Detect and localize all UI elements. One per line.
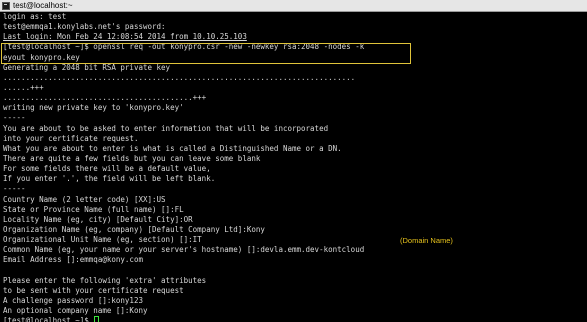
terminal-line: to be sent with your certificate request [3, 285, 184, 295]
terminal-line: Organizational Unit Name (eg, section) [… [3, 235, 202, 245]
terminal-line: ......+++ [3, 82, 44, 92]
terminal-window: test@localhost:~ login as: test test@emmq… [0, 0, 587, 322]
terminal-line: test@emmqa1.konylabs.net's password: [3, 22, 166, 32]
terminal-line: An optional company name []:Kony [3, 306, 148, 316]
terminal-line: [test@localhost ~]$ openssl req -out kon… [3, 42, 365, 52]
terminal-line: A challenge password []:kony123 [3, 295, 143, 305]
terminal-line: Locality Name (eg, city) [Default City]:… [3, 214, 193, 224]
terminal-icon [2, 1, 10, 10]
terminal-line: State or Province Name (full name) []:FL [3, 204, 184, 214]
terminal-line: writing new private key to 'konypro.key' [3, 103, 184, 113]
window-title: test@localhost:~ [13, 0, 73, 10]
domain-name-annotation: (Domain Name) [400, 236, 453, 245]
terminal-line: Common Name (eg, your name or your serve… [3, 245, 365, 255]
title-bar[interactable]: test@localhost:~ [0, 0, 587, 12]
terminal-line: ........................................… [3, 72, 356, 82]
terminal-line: ----- [3, 113, 26, 123]
terminal-line: Last login: Mon Feb 24 12:08:54 2014 fro… [3, 32, 247, 42]
terminal-line: login as: test [3, 12, 67, 21]
terminal-line: For some fields there will be a default … [3, 164, 211, 174]
terminal-line: There are quite a few fields but you can… [3, 153, 261, 163]
terminal-line: You are about to be asked to enter infor… [3, 123, 329, 133]
terminal-line: Generating a 2048 bit RSA private key [3, 62, 171, 72]
terminal-line: Please enter the following 'extra' attri… [3, 275, 207, 285]
terminal-line: What you are about to enter is what is c… [3, 143, 342, 153]
terminal-line: ........................................… [3, 93, 207, 103]
terminal-line: Country Name (2 letter code) [XX]:US [3, 194, 166, 204]
terminal-line: eyout konypro.key [3, 52, 80, 62]
terminal-line: into your certificate request. [3, 133, 139, 143]
terminal-cursor [94, 316, 100, 322]
terminal-line: [test@localhost ~]$ [3, 316, 584, 322]
terminal-line: If you enter '.', the field will be left… [3, 174, 216, 184]
terminal-line: Organization Name (eg, company) [Default… [3, 224, 265, 234]
terminal-line: Email Address []:emmqa@kony.com [3, 255, 143, 265]
terminal-output[interactable]: login as: test test@emmqa1.konylabs.net's… [3, 12, 584, 322]
terminal-line: ----- [3, 184, 26, 194]
